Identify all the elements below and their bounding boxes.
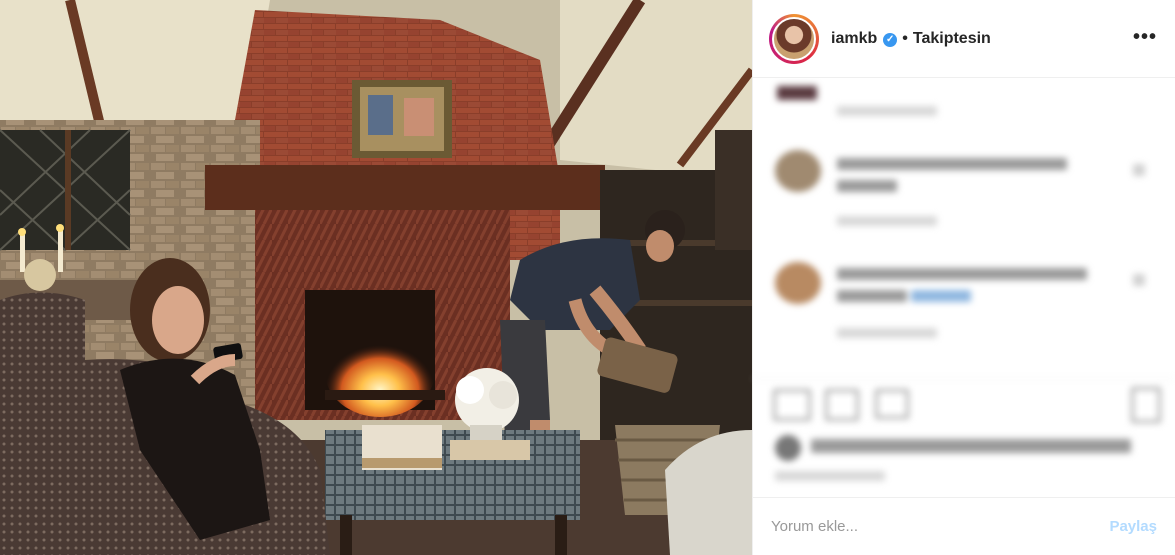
story-ring[interactable] [769, 13, 819, 64]
separator-dot: • [902, 29, 908, 47]
more-options-icon[interactable]: ••• [1133, 26, 1157, 49]
post-header: iamkb ✓ • Takiptesin ••• [753, 0, 1175, 78]
post-sidebar: iamkb ✓ • Takiptesin ••• Yorum ekle... P… [752, 0, 1175, 555]
username[interactable]: iamkb [831, 30, 877, 47]
like-icon[interactable] [773, 389, 811, 421]
comment-icon[interactable] [825, 389, 859, 421]
comment-input[interactable]: Yorum ekle... [771, 518, 1109, 535]
post-dialog: iamkb ✓ • Takiptesin ••• Yorum ekle... P… [0, 0, 1175, 555]
comment-avatar [775, 150, 821, 192]
living-room-photo [0, 0, 752, 555]
author-info: iamkb ✓ • Takiptesin [831, 30, 991, 48]
action-bar [753, 378, 1175, 489]
share-button[interactable]: Paylaş [1109, 518, 1157, 535]
comments-list [753, 78, 1175, 378]
share-icon[interactable] [875, 389, 909, 419]
verified-icon: ✓ [883, 32, 898, 47]
avatar[interactable] [772, 16, 816, 61]
bookmark-icon[interactable] [1131, 387, 1161, 423]
comment-avatar [775, 262, 821, 304]
post-photo[interactable] [0, 0, 752, 555]
follow-status[interactable]: Takiptesin [913, 30, 991, 47]
comment-bar: Yorum ekle... Paylaş [753, 497, 1175, 555]
